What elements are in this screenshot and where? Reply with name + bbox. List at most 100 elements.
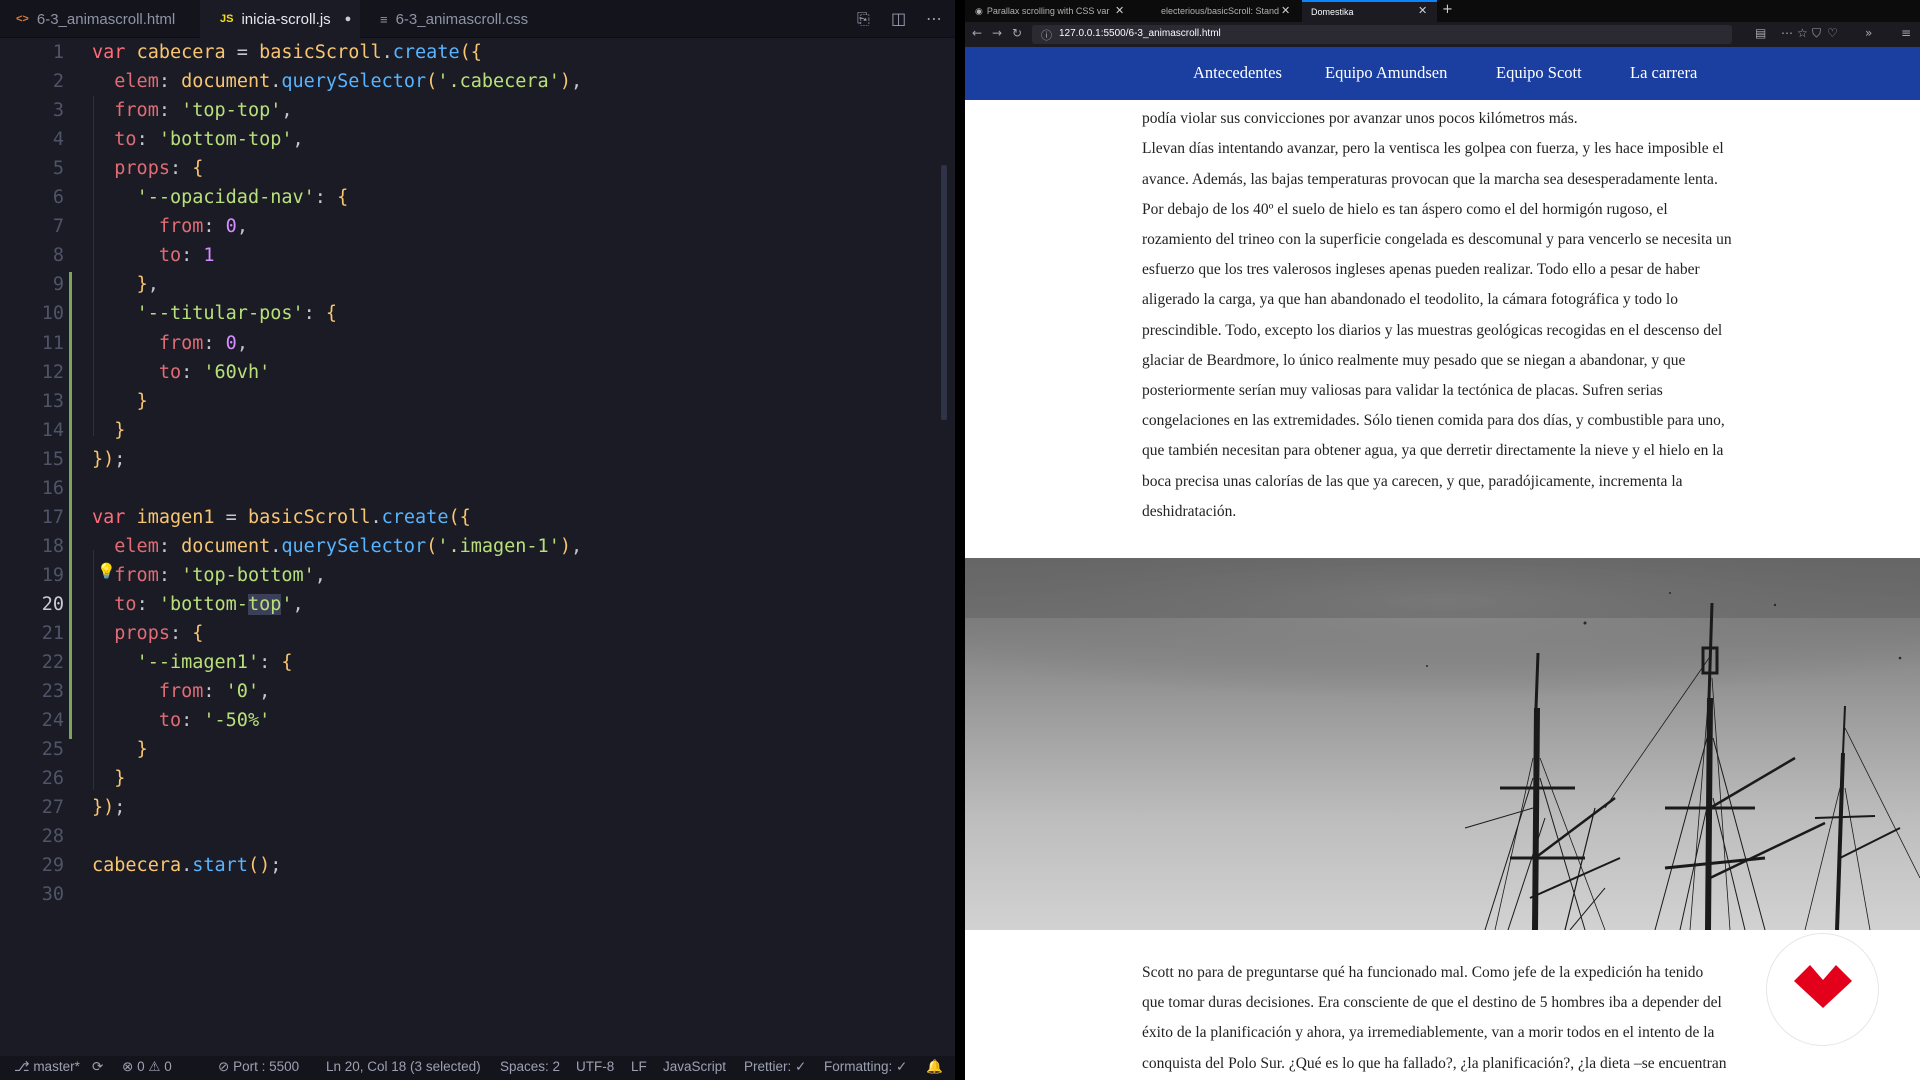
site-navigation: Antecedentes Equipo Amundsen Equipo Scot… (965, 47, 1920, 100)
code-line[interactable]: 22 '--imagen1': { (0, 648, 940, 677)
code-line[interactable]: 10 '--titular-pos': { (0, 299, 940, 328)
code-line[interactable]: 24 to: '-50%' (0, 706, 940, 735)
code-line[interactable]: 29 cabecera.start(); (0, 851, 940, 880)
tab-label: inicia-scroll.js (241, 10, 331, 28)
live-server-port[interactable]: ⊘ Port : 5500 (218, 1059, 299, 1075)
language-mode[interactable]: JavaScript (663, 1059, 726, 1074)
browser-window: ◉ Parallax scrolling with CSS var ✕ elect… (965, 0, 1920, 1080)
code-line[interactable]: 16 (0, 474, 940, 503)
code-line[interactable]: 11 from: 0, (0, 329, 940, 358)
code-line[interactable]: 17 var imagen1 = basicScroll.create({ (0, 503, 940, 532)
editor-scrollbar[interactable] (941, 165, 947, 420)
code-text: }); (92, 448, 126, 470)
code-line[interactable]: 3 from: 'top-top', (0, 96, 940, 125)
code-text: props: { (114, 623, 204, 644)
browser-tab[interactable]: ◉ Parallax scrolling with CSS var (971, 0, 1131, 22)
paragraph-line: boca precisa unas calorías de las que ya… (1142, 472, 1683, 490)
github-icon: ◉ (975, 5, 983, 16)
back-icon[interactable]: ← (972, 26, 982, 40)
code-line[interactable]: 4 to: 'bottom-top', (0, 125, 940, 154)
close-tab-icon[interactable]: ✕ (1281, 4, 1290, 17)
menu-icon[interactable]: ≡ (1901, 26, 1911, 40)
code-line[interactable]: 28 (0, 822, 940, 851)
code-line[interactable]: 9 }, (0, 270, 940, 299)
bookmark-star-icon[interactable]: ☆ (1797, 26, 1808, 40)
code-text: } (136, 390, 148, 412)
formatting-status[interactable]: Formatting: ✓ (824, 1059, 907, 1075)
forward-icon[interactable]: → (992, 26, 1002, 40)
code-line[interactable]: 15}); (0, 445, 940, 474)
paragraph-line: esfuerzo que los tres valerosos ingleses… (1142, 261, 1700, 279)
nav-link-equipo-amundsen[interactable]: Equipo Amundsen (1325, 63, 1447, 83)
code-line[interactable]: 8 to: 1 (0, 241, 940, 270)
css-icon: ≡ (380, 11, 388, 27)
tab-html-file[interactable]: <> 6-3_animascroll.html (0, 0, 200, 38)
line-number: 1 (52, 42, 64, 63)
close-tab-icon[interactable]: ✕ (1418, 4, 1427, 17)
code-text: }); (92, 797, 126, 819)
line-number: 24 (41, 710, 64, 732)
source-control-compare-icon[interactable]: ⎘ (857, 9, 870, 29)
new-tab-icon[interactable]: + (1442, 2, 1453, 17)
domestika-logo[interactable] (1766, 933, 1879, 1046)
more-actions-icon[interactable]: ⋯ (926, 9, 942, 28)
page-actions-icon[interactable]: ⋯ (1781, 26, 1793, 40)
code-line[interactable]: 6 '--opacidad-nav': { (0, 183, 940, 212)
code-line[interactable]: 13 } (0, 387, 940, 416)
line-number: 23 (41, 681, 64, 703)
tab-js-file[interactable]: JS inicia-scroll.js ● (200, 0, 360, 38)
overflow-chevron-icon[interactable]: » (1865, 26, 1872, 40)
ship-masts-photo (965, 558, 1920, 930)
eol-status[interactable]: LF (631, 1059, 647, 1074)
paragraph-line: prescindible. Todo, excepto los diarios … (1142, 321, 1723, 339)
code-line[interactable]: 21 props: { (0, 619, 940, 648)
reload-icon[interactable]: ↻ (1012, 26, 1022, 40)
paragraph-line: deshidratación. (1142, 502, 1237, 520)
code-text: '--imagen1': { (136, 652, 293, 674)
nav-link-la-carrera[interactable]: La carrera (1630, 63, 1697, 83)
cursor-position[interactable]: Ln 20, Col 18 (3 selected) (326, 1059, 481, 1074)
prettier-status[interactable]: Prettier: ✓ (744, 1059, 806, 1075)
sync-icon[interactable]: ⟳ (92, 1059, 103, 1075)
browser-tab-active[interactable]: Domestika (1302, 0, 1437, 22)
lightbulb-icon[interactable]: 💡 (97, 562, 116, 580)
unsaved-dot-icon[interactable]: ● (345, 13, 352, 25)
code-line[interactable]: 14 } (0, 416, 940, 445)
code-line[interactable]: 26 } (0, 764, 940, 793)
broadcast-icon: ⊘ (218, 1059, 234, 1074)
line-number: 13 (41, 390, 64, 412)
tab-css-file[interactable]: ≡ 6-3_animascroll.css (360, 0, 560, 38)
bell-icon[interactable]: 🔔 (926, 1059, 943, 1075)
nav-link-equipo-scott[interactable]: Equipo Scott (1496, 63, 1582, 83)
code-line[interactable]: 25 } (0, 735, 940, 764)
code-text: from: 0, (158, 332, 248, 354)
code-line[interactable]: 5 props: { (0, 154, 940, 183)
code-line[interactable]: 20 to: 'bottom-top', (0, 590, 940, 619)
browser-tab[interactable]: electerious/basicScroll: Stand (1155, 0, 1315, 22)
close-tab-icon[interactable]: ✕ (1115, 4, 1124, 17)
code-line[interactable]: 12 to: '60vh' (0, 358, 940, 387)
reader-view-icon[interactable]: ▤ (1755, 26, 1766, 40)
site-info-icon[interactable]: ⓘ (1041, 27, 1052, 43)
split-editor-icon[interactable]: ◫ (891, 9, 906, 28)
problems-status[interactable]: ⊗ 0 ⚠ 0 (122, 1059, 172, 1075)
code-line[interactable]: 27}); (0, 793, 940, 822)
code-line[interactable]: 1 var cabecera = basicScroll.create({ (0, 38, 940, 67)
code-line[interactable]: 30 (0, 880, 940, 909)
code-text: '--opacidad-nav': { (136, 187, 349, 209)
code-line[interactable]: 19 from: 'top-bottom', (0, 561, 940, 590)
encoding-status[interactable]: UTF-8 (576, 1059, 614, 1074)
indentation-status[interactable]: Spaces: 2 (500, 1059, 560, 1074)
nav-link-antecedentes[interactable]: Antecedentes (1193, 63, 1282, 83)
tab-label: 6-3_animascroll.css (395, 10, 529, 28)
code-line[interactable]: 7 from: 0, (0, 212, 940, 241)
code-line[interactable]: 23 from: '0', (0, 677, 940, 706)
pocket-icon[interactable]: ⛉ (1812, 26, 1821, 41)
html-icon: <> (16, 13, 29, 25)
url-text[interactable]: 127.0.0.1:5500/6-3_animascroll.html (1059, 28, 1221, 39)
heart-icon[interactable]: ♡ (1827, 26, 1838, 40)
code-text: from: '0', (158, 681, 271, 703)
code-line[interactable]: 2 elem: document.querySelector('.cabecer… (0, 67, 940, 96)
code-line[interactable]: 18 elem: document.querySelector('.imagen… (0, 532, 940, 561)
git-branch-status[interactable]: ⎇ master* (14, 1059, 80, 1075)
